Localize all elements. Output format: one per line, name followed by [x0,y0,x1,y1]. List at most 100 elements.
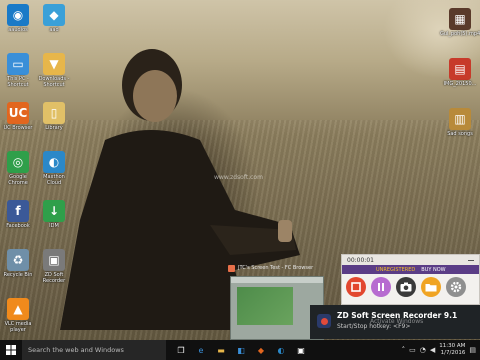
stop-button[interactable] [346,277,366,297]
minimize-icon[interactable] [468,260,474,261]
desktop-icon[interactable]: ◉ aaudios [0,4,38,33]
app-icon: ◆ [43,4,65,26]
recording-time: 00:00:01 [347,256,374,264]
task-view-button[interactable]: ❐ [174,343,188,357]
maxthon-icon: ◐ [277,345,285,355]
desktop-icon[interactable]: ▥ Sad songs [440,108,480,137]
browser-icon [228,264,235,272]
ucbrowser-icon: ◆ [257,345,265,355]
desktop-icon[interactable]: ◎ Google Chrome [0,151,38,186]
taskbar-recorder-button[interactable]: ▣ [294,343,308,357]
app-icon: UC [7,102,29,124]
desktop-icon[interactable]: ♻ Recycle Bin [0,249,38,278]
desktop-icon-label: This PC - Shortcut [7,76,29,88]
desktop-icon-label: Maxthon Cloud [43,174,65,186]
app-icon: ▯ [43,102,65,124]
desktop-icon[interactable]: ↓ IDM [34,200,74,229]
desktop-icon-label: VLC media player [4,321,32,333]
unregistered-label: UNREGISTERED [376,266,416,273]
desktop-icon-label: Library [45,125,63,131]
app-icon: ◐ [43,151,65,173]
windows-logo-icon [6,345,16,355]
preview-content [237,287,293,325]
desktop-icon-label: aaudios [8,27,28,33]
desktop-icon-label: ZD Soft Recorder [42,272,66,284]
clock-date: 1/7/2016 [440,350,466,356]
watermark-text: www.zdsoft.com [214,174,263,181]
battery-icon[interactable]: ▭ [409,346,416,354]
desktop-icon-label: Sad songs [447,131,473,137]
screenshot-button[interactable] [396,277,416,297]
desktop-icon-label: aad [49,27,59,33]
start-button[interactable] [0,340,22,360]
app-icon: ▼ [43,53,65,75]
app-icon: ▤ [449,58,471,80]
desktop-icon[interactable]: ▲ VLC media player [0,298,38,333]
desktop-icon[interactable]: ◐ Maxthon Cloud [34,151,74,186]
desktop-icon[interactable]: ▣ ZD Soft Recorder [34,249,74,284]
chevron-up-icon[interactable]: ˄ [402,346,406,354]
stop-icon [351,282,361,292]
preview-titlebar [231,277,323,283]
desktop-icon-label: Google Chrome [8,174,28,186]
desktop-icon-label: IMG_20150... [443,81,477,87]
pause-button[interactable] [371,277,391,297]
recorder-widget[interactable]: 00:00:01 UNREGISTERED BUY NOW [341,254,480,305]
taskbar-search-box[interactable]: Search the web and Windows [22,340,166,360]
desktop-icon[interactable]: UC UC Browser [0,102,38,131]
camera-icon [400,282,412,292]
taskbar-store-button[interactable]: ◧ [234,343,248,357]
store-icon: ◧ [237,345,245,355]
desktop-icon[interactable]: ▯ Library [34,102,74,131]
app-icon: ♻ [7,249,29,271]
search-placeholder: Search the web and Windows [28,346,124,354]
gear-icon [450,281,462,293]
app-icon: ▦ [449,8,471,30]
taskbar-clock[interactable]: 11:30 AM 1/7/2016 [439,343,465,357]
task-view-icon: ❐ [177,345,185,355]
network-icon[interactable]: ◔ [420,346,426,354]
desktop-icon-label: IDM [49,223,59,229]
taskbar-explorer-button[interactable]: ▬ [214,343,228,357]
recorder-app-icon [317,314,331,328]
app-icon: ↓ [43,200,65,222]
recorder-taskbar-icon: ▣ [297,345,305,355]
notifications-icon[interactable]: ▤ [469,346,476,354]
desktop-icon-label: Downloads - Shortcut [38,76,70,88]
preview-window-title: JTC's Screen Test - FC Browser [238,265,314,271]
folder-icon [425,284,437,292]
desktop-icon-label: UC Browser [3,125,33,131]
app-icon: ◎ [7,151,29,173]
taskbar-ucbrowser-button[interactable]: ◆ [254,343,268,357]
app-icon: ▣ [43,249,65,271]
folder-icon: ▬ [217,345,225,355]
open-folder-button[interactable] [421,277,441,297]
desktop-icon[interactable]: ▤ IMG_20150... [440,58,480,87]
desktop-icon[interactable]: f Facebook [0,200,38,229]
recorder-header: 00:00:01 [342,255,479,265]
app-icon: ◉ [7,4,29,26]
settings-button[interactable] [446,277,466,297]
app-icon: f [7,200,29,222]
taskbar-maxthon-button[interactable]: ◐ [274,343,288,357]
volume-icon[interactable]: ◀ [430,346,435,354]
desktop-icon-label: Recycle Bin [3,272,33,278]
desktop-icon-label: Facebook [6,223,30,229]
desktop-icon[interactable]: ▭ This PC - Shortcut [0,53,38,88]
recorder-banner: UNREGISTERED BUY NOW [342,265,479,274]
pause-icon [378,283,384,291]
edge-icon: e [198,345,204,355]
buy-now-link[interactable]: BUY NOW [421,267,445,273]
app-icon: ▥ [449,108,471,130]
desktop-icon[interactable]: ▦ Gul_poh(5).mp4 [440,8,480,37]
taskbar-edge-button[interactable]: e [194,343,208,357]
activate-windows-watermark: Activate Windows [370,318,424,325]
desktop-icon[interactable]: ◆ aad [34,4,74,33]
desktop-icon-label: Gul_poh(5).mp4 [440,31,480,37]
taskbar: Search the web and Windows ❐ e ▬ ◧ ◆ ◐ ▣… [0,340,480,360]
desktop-icon[interactable]: ▼ Downloads - Shortcut [34,53,74,88]
preview-window-tab[interactable]: JTC's Screen Test - FC Browser [228,262,340,274]
clock-time: 11:30 AM [439,343,466,349]
app-icon: ▲ [7,298,29,320]
system-tray: ˄ ▭ ◔ ◀ 11:30 AM 1/7/2016 ▤ [402,340,480,360]
